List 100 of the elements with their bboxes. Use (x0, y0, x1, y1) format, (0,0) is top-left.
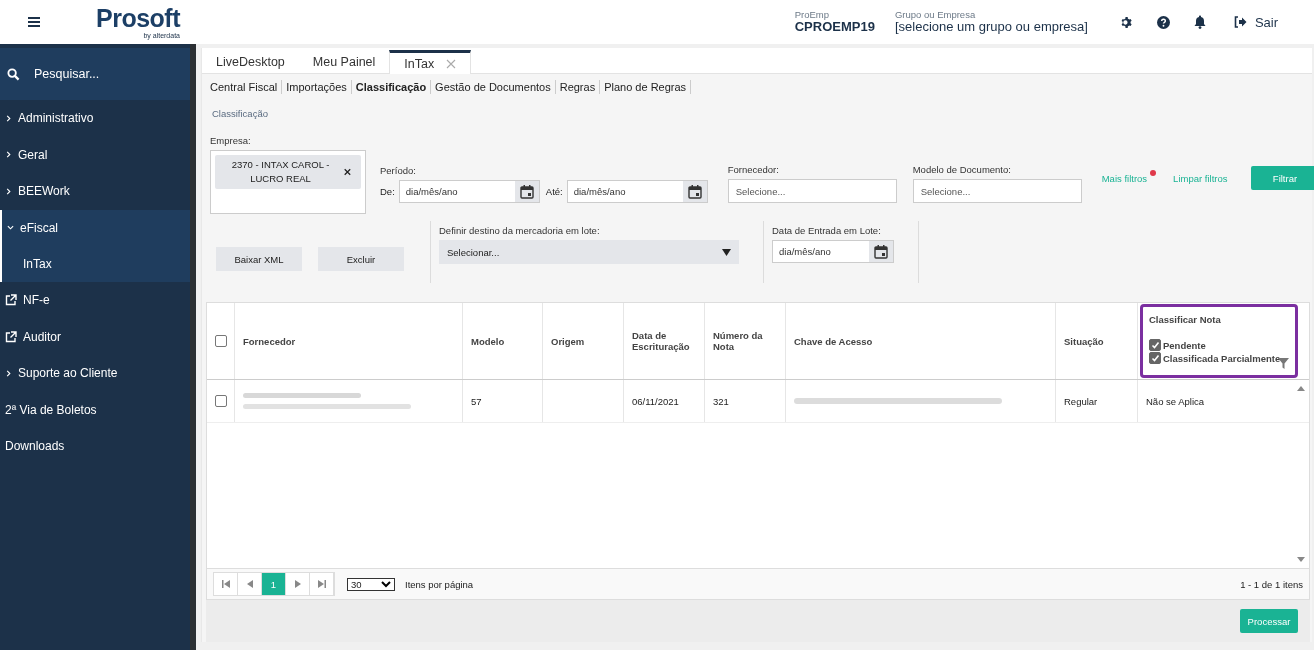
help-icon[interactable] (1156, 14, 1170, 30)
chevron-icon (7, 224, 14, 232)
calendar-button[interactable] (682, 181, 707, 202)
subtab[interactable]: Plano de Regras (600, 80, 692, 94)
tab[interactable]: Meu Painel (298, 50, 390, 73)
calendar-icon (519, 184, 534, 199)
checkbox[interactable] (1149, 352, 1161, 364)
subtab[interactable]: Regras (555, 80, 601, 94)
sidebar-item[interactable]: Administrativo (0, 100, 190, 137)
tab[interactable]: InTax (389, 50, 472, 74)
tab[interactable]: LiveDesktop (202, 50, 299, 73)
group-label: Grupo ou Empresa (894, 9, 977, 21)
proemp-label: ProEmp (794, 9, 831, 21)
filter-option: Pendente (1163, 339, 1206, 351)
date-field[interactable]: dia/mês/ano (398, 180, 540, 203)
menu-icon (28, 17, 40, 27)
scrollbar[interactable] (1295, 386, 1307, 562)
field-label: De: (380, 186, 395, 197)
download-xml-button[interactable]: Baixar XML (216, 247, 302, 271)
notification-icon[interactable] (1193, 14, 1206, 30)
first-page-icon (221, 580, 230, 588)
remove-icon[interactable] (344, 166, 351, 177)
first-page-button[interactable] (214, 573, 238, 595)
external-link-icon (5, 330, 17, 343)
company-field[interactable]: 2370 - INTAX CAROL - LUCRO REAL (210, 150, 366, 214)
sidebar-item[interactable]: Auditor (0, 318, 190, 355)
sidebar-subitem[interactable]: InTax (2, 246, 190, 282)
column-header[interactable]: Número da Nota (705, 303, 786, 379)
previous-page-button[interactable] (238, 573, 262, 595)
field-label: Até: (545, 186, 563, 197)
last-page-button[interactable] (310, 573, 334, 595)
column-header[interactable]: Origem (543, 303, 624, 379)
document-model-field[interactable]: Selecione... (912, 179, 1082, 203)
subtab[interactable]: Gestão de Documentos (431, 80, 556, 94)
sidebar-item[interactable]: eFiscal (2, 209, 190, 246)
company-chip: 2370 - INTAX CAROL - LUCRO REAL (215, 155, 361, 189)
field-label: Período: (380, 165, 417, 176)
subtab[interactable]: Central Fiscal (206, 80, 283, 94)
next-page-button[interactable] (286, 573, 310, 595)
supplier-field[interactable]: Selecione... (727, 179, 897, 203)
calendar-icon (874, 244, 888, 259)
settings-icon[interactable] (1119, 14, 1133, 30)
column-header[interactable]: Chave de Acesso (786, 303, 1056, 379)
scroll-up-icon[interactable] (1297, 386, 1305, 391)
sidebar-item[interactable]: 2ª Via de Boletos (0, 391, 190, 428)
column-header[interactable]: Fornecedor (235, 303, 463, 379)
page-size-label: Itens por página (405, 578, 474, 590)
filter-option: Classificada Parcialmente (1163, 352, 1281, 364)
table-cell: Não se Aplica (1146, 395, 1205, 407)
filter-icon[interactable] (1278, 358, 1289, 369)
dropdown-arrow-icon (722, 248, 731, 256)
date-field[interactable]: dia/mês/ano (772, 240, 894, 263)
previous-icon (246, 580, 253, 588)
scroll-down-icon[interactable] (1297, 557, 1305, 562)
column-header[interactable]: Situação (1056, 303, 1138, 379)
subtab[interactable]: Importações (282, 80, 352, 94)
field-label: Data de Entrada em Lote: (772, 225, 882, 236)
pagination-summary: 1 - 1 de 1 itens (1240, 578, 1303, 590)
date-field[interactable]: dia/mês/ano (566, 180, 708, 203)
checkbox[interactable] (214, 395, 227, 407)
external-link-icon (5, 294, 17, 307)
field-label: Definir destino da mercadoria em lote: (439, 225, 601, 236)
logout-icon (1233, 16, 1247, 28)
column-header[interactable]: Data de Escrituração (624, 303, 705, 379)
checkbox[interactable] (1149, 339, 1161, 351)
field-label: Empresa: (210, 135, 252, 146)
next-icon (294, 580, 301, 588)
sidebar-item[interactable]: Suporte ao Cliente (0, 355, 190, 392)
chevron-icon (5, 369, 12, 377)
calendar-button[interactable] (514, 181, 539, 202)
calendar-button[interactable] (869, 241, 893, 262)
table-cell: 57 (463, 380, 543, 422)
table-cell: Regular (1056, 380, 1138, 422)
logo: Prosoft (96, 5, 180, 31)
chevron-icon (5, 187, 12, 195)
sidebar-item[interactable]: BEEWork (0, 173, 190, 210)
sidebar-item[interactable]: NF-e (0, 282, 190, 319)
table-cell: 06/11/2021 (624, 380, 705, 422)
table-cell: 321 (705, 380, 786, 422)
chevron-icon (5, 151, 12, 159)
subtab[interactable]: Classificação (351, 80, 432, 94)
field-label: Modelo de Documento: (912, 164, 1012, 175)
group-selector[interactable]: [selecione um grupo ou empresa] (894, 20, 1088, 35)
delete-button[interactable]: Excluir (318, 247, 404, 271)
search-icon (7, 67, 20, 81)
destination-dropdown[interactable]: Selecionar... (439, 240, 739, 264)
column-header[interactable]: Modelo (463, 303, 543, 379)
sidebar-item[interactable]: Geral (0, 136, 190, 173)
checkbox[interactable] (214, 335, 227, 347)
sidebar-item[interactable]: Downloads (0, 428, 190, 465)
calendar-icon (687, 184, 702, 199)
last-page-icon (317, 580, 326, 588)
proemp-value: CPROEMP19 (794, 20, 875, 35)
column-header[interactable]: Classificar Nota (1149, 314, 1289, 325)
page-size-select[interactable]: 30 (347, 577, 395, 591)
chevron-icon (5, 114, 12, 122)
logout-button[interactable]: Sair (1227, 13, 1284, 31)
search-field[interactable]: Pesquisar... (32, 66, 166, 82)
field-label: Fornecedor: (727, 164, 780, 175)
breadcrumb[interactable]: Classificação (202, 94, 1312, 129)
